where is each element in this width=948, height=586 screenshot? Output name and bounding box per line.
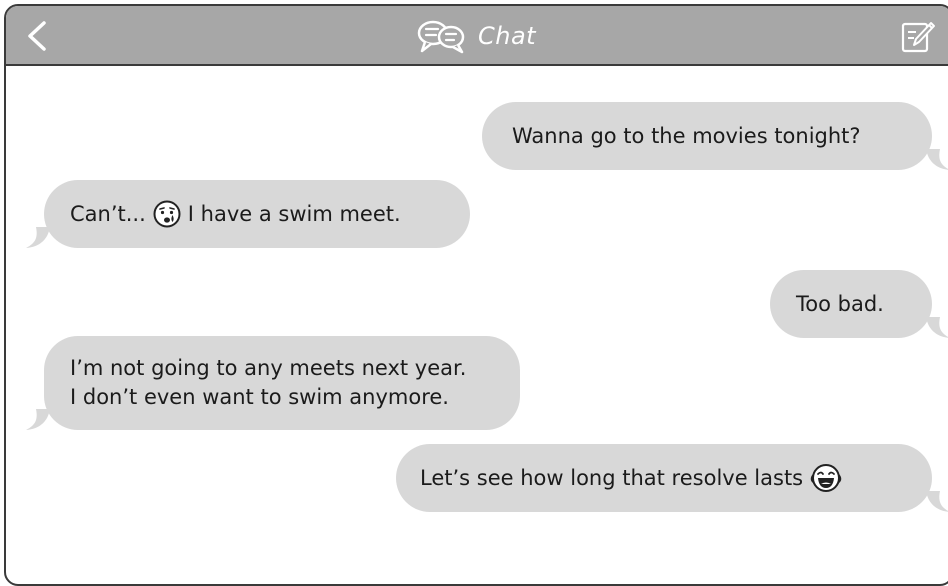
message-text-part1: Can’t... — [70, 201, 146, 226]
message-bubble-sent: Too bad. — [770, 270, 948, 338]
compose-button[interactable] — [900, 18, 936, 54]
message-text-line1: I’m not going to any meets next year. — [70, 356, 467, 380]
message-text: Wanna go to the movies tonight? — [512, 123, 861, 148]
compose-icon — [901, 22, 935, 53]
message-text-part2: I have a swim meet. — [187, 201, 401, 226]
chat-header: Chat — [6, 6, 948, 66]
message-bubble-received: Can’t... I have a swim meet. — [26, 180, 470, 248]
back-button[interactable] — [22, 20, 52, 52]
bubble-tail — [926, 491, 948, 512]
chat-title: Chat — [478, 22, 537, 50]
bubble-tail — [26, 227, 50, 248]
message-text-line2: I don’t even want to swim anymore. — [70, 385, 449, 409]
speech-bubbles-icon — [417, 20, 465, 54]
bubble-tail — [926, 149, 948, 170]
message-bubble-sent: Wanna go to the movies tonight? — [482, 102, 948, 170]
message-text: Too bad. — [796, 291, 884, 316]
message-bubble-sent: Let’s see how long that resolve lasts — [396, 444, 948, 512]
bubble-tail — [926, 317, 948, 338]
message-text: Let’s see how long that resolve lasts — [420, 465, 804, 490]
chat-window: Chat Wanna go to the movies tonight? Can… — [4, 4, 948, 586]
laughing-face-icon — [810, 464, 842, 492]
bubble-tail — [26, 409, 50, 430]
chevron-left-icon — [28, 21, 46, 51]
chat-title-group: Chat — [416, 16, 536, 56]
crying-face-icon — [153, 200, 181, 228]
message-bubble-received: I’m not going to any meets next year. I … — [26, 336, 520, 430]
